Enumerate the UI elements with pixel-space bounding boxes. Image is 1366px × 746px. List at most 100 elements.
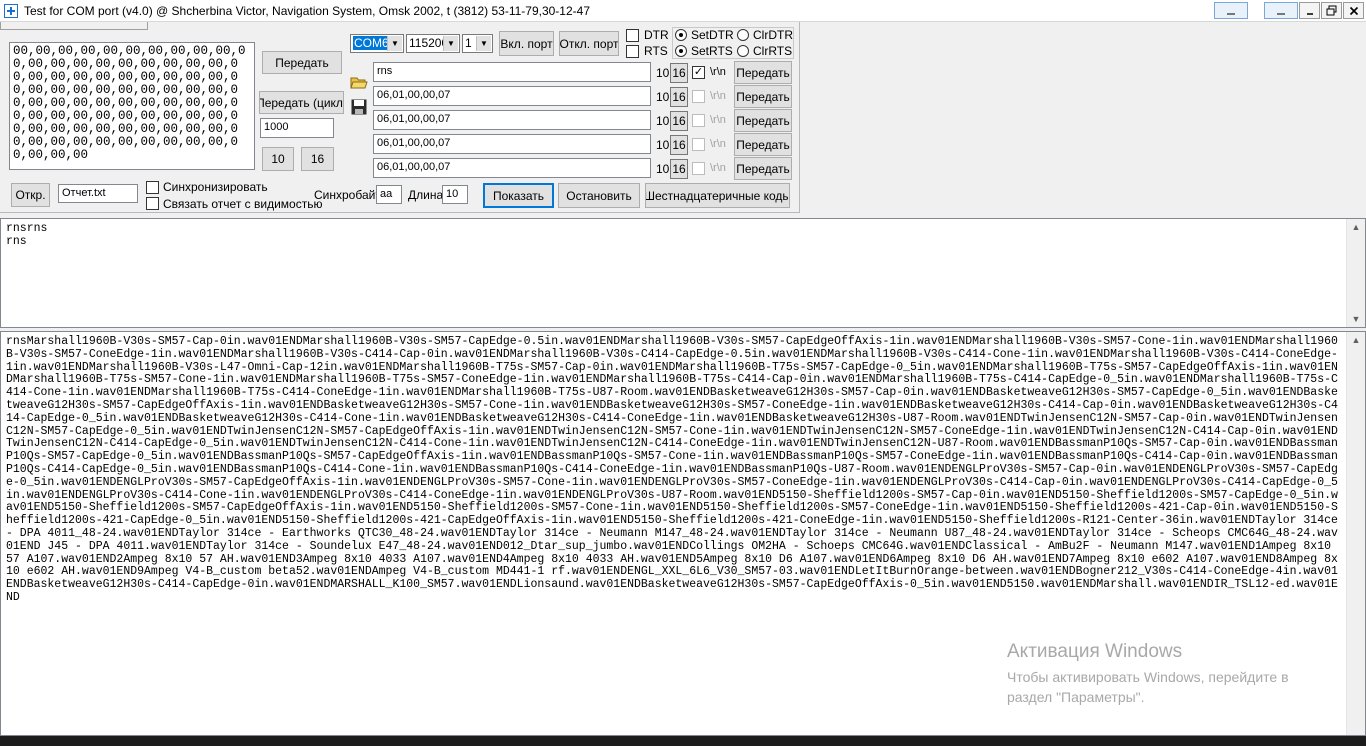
restore-button[interactable] — [1264, 2, 1298, 19]
scroll-up-icon[interactable]: ▲ — [1347, 332, 1365, 348]
dtr-label: DTR — [644, 28, 669, 42]
line-crlf-checkbox[interactable] — [692, 114, 705, 127]
report-file-input[interactable]: Отчет.txt — [58, 184, 138, 203]
minimize-icon — [1265, 3, 1297, 18]
windows-activation-watermark: Активация Windows Чтобы активировать Win… — [1007, 641, 1289, 707]
cycle-interval-input[interactable]: 1000 — [260, 118, 334, 138]
close-button[interactable] — [1343, 2, 1364, 19]
app-icon — [4, 4, 18, 18]
minimize-button[interactable] — [1214, 2, 1248, 19]
line-crlf-checkbox[interactable] — [692, 162, 705, 175]
log-scrollbar[interactable]: ▲ — [1346, 332, 1365, 735]
maximize-button[interactable] — [1321, 2, 1342, 19]
clrdtr-radio[interactable] — [737, 29, 749, 41]
rts-checkbox[interactable] — [626, 45, 639, 58]
line-crlf-label: \r\n — [710, 162, 726, 174]
sync-checkbox[interactable] — [146, 181, 159, 194]
watermark-title: Активация Windows — [1007, 641, 1183, 662]
line-send-button[interactable]: Передать — [734, 85, 792, 108]
send-cycle-button[interactable]: Передать (цикл) — [259, 91, 344, 114]
send-button[interactable]: Передать — [262, 51, 342, 74]
dec-mode-button[interactable]: 10 — [262, 147, 294, 171]
line-send-button[interactable]: Передать — [734, 157, 792, 180]
line-crlf-label: \r\n — [710, 66, 726, 78]
scroll-up-icon[interactable]: ▲ — [1347, 219, 1365, 235]
link-report-label: Связать отчет с видимостью — [163, 197, 323, 211]
line-hex-button[interactable]: 16 — [670, 87, 688, 107]
show-button[interactable]: Показать — [483, 183, 554, 208]
hex-codes-button[interactable]: Шестнадцатеричные коды — [645, 183, 790, 208]
disconnect-port-button[interactable]: Откл. порт — [559, 31, 619, 56]
hex-send-textarea[interactable]: 00,00,00,00,00,00,00,00,00,00,00,00,00,0… — [9, 42, 255, 170]
line-crlf-label: \r\n — [710, 90, 726, 102]
port-select[interactable]: COM6 ▼ — [350, 34, 404, 53]
receive-text-area[interactable]: rnsrns rns ▲ ▼ — [0, 218, 1366, 328]
sync-label: Синхронизировать — [163, 180, 268, 194]
line-hex-button[interactable]: 16 — [670, 159, 688, 179]
minimize-icon — [1215, 3, 1247, 18]
tab-strip — [0, 22, 148, 30]
line-dec-toggle[interactable]: 10 — [656, 90, 669, 104]
receive-text: rnsrns rns — [6, 222, 48, 248]
stopbits-value: 1 — [465, 36, 472, 50]
close-icon — [1344, 3, 1363, 18]
line-hex-button[interactable]: 16 — [670, 111, 688, 131]
line-input[interactable]: rns — [373, 62, 651, 82]
line-crlf-checkbox[interactable] — [692, 90, 705, 103]
scroll-down-icon[interactable]: ▼ — [1347, 311, 1365, 327]
clrdtr-label: ClrDTR — [753, 28, 793, 42]
line-dec-toggle[interactable]: 10 — [656, 66, 669, 80]
rts-label: RTS — [644, 44, 668, 58]
line-input[interactable]: 06,01,00,00,07 — [373, 158, 651, 178]
connect-port-button[interactable]: Вкл. порт — [499, 31, 554, 56]
setdtr-label: SetDTR — [691, 28, 734, 42]
line-crlf-checkbox[interactable] — [692, 138, 705, 151]
setrts-radio[interactable] — [675, 45, 687, 57]
length-input[interactable]: 10 — [442, 185, 468, 204]
log-text: rnsMarshall1960B-V30s-SM57-Cap-0in.wav01… — [6, 335, 1345, 604]
syncbyte-input[interactable]: aa — [376, 185, 402, 204]
line-send-button[interactable]: Передать — [734, 109, 792, 132]
title-bar: Test for COM port (v4.0) @ Shcherbina Vi… — [0, 0, 1366, 22]
folder-open-icon — [350, 77, 368, 94]
link-report-checkbox[interactable] — [146, 197, 159, 210]
chevron-down-icon: ▼ — [443, 36, 458, 51]
min-small-button[interactable] — [1299, 2, 1320, 19]
line-hex-button[interactable]: 16 — [670, 135, 688, 155]
port-value: COM6 — [353, 36, 390, 50]
line-input[interactable]: 06,01,00,00,07 — [373, 110, 651, 130]
open-report-button[interactable]: Откр. — [11, 183, 50, 207]
window-title: Test for COM port (v4.0) @ Shcherbina Vi… — [24, 4, 590, 18]
syncbyte-label: Синхробайт — [314, 188, 381, 202]
length-label: Длина — [408, 188, 444, 202]
minimize-icon — [1300, 3, 1319, 18]
stop-button[interactable]: Остановить — [558, 183, 640, 208]
chevron-down-icon: ▼ — [387, 36, 402, 51]
clrrts-label: ClrRTS — [753, 44, 793, 58]
open-lines-button[interactable] — [350, 73, 368, 91]
setdtr-radio[interactable] — [675, 29, 687, 41]
line-input[interactable]: 06,01,00,00,07 — [373, 134, 651, 154]
receive-scrollbar[interactable]: ▲ ▼ — [1346, 219, 1365, 327]
dtr-checkbox[interactable] — [626, 29, 639, 42]
stopbits-select[interactable]: 1 ▼ — [462, 34, 493, 53]
line-send-button[interactable]: Передать — [734, 61, 792, 84]
line-crlf-checkbox[interactable]: ✓ — [692, 66, 705, 79]
watermark-line-2: раздел "Параметры". — [1007, 689, 1145, 705]
line-input[interactable]: 06,01,00,00,07 — [373, 86, 651, 106]
setrts-label: SetRTS — [691, 44, 733, 58]
taskbar — [0, 736, 1366, 746]
baud-select[interactable]: 115200 ▼ — [406, 34, 460, 53]
line-crlf-label: \r\n — [710, 114, 726, 126]
line-dec-toggle[interactable]: 10 — [656, 114, 669, 128]
maximize-icon — [1322, 3, 1341, 18]
save-lines-button[interactable] — [350, 98, 368, 116]
chevron-down-icon: ▼ — [476, 36, 491, 51]
line-send-button[interactable]: Передать — [734, 133, 792, 156]
line-hex-button[interactable]: 16 — [670, 63, 688, 83]
line-crlf-label: \r\n — [710, 138, 726, 150]
line-dec-toggle[interactable]: 10 — [656, 138, 669, 152]
hex-mode-button[interactable]: 16 — [301, 147, 334, 171]
clrrts-radio[interactable] — [737, 45, 749, 57]
line-dec-toggle[interactable]: 10 — [656, 162, 669, 176]
